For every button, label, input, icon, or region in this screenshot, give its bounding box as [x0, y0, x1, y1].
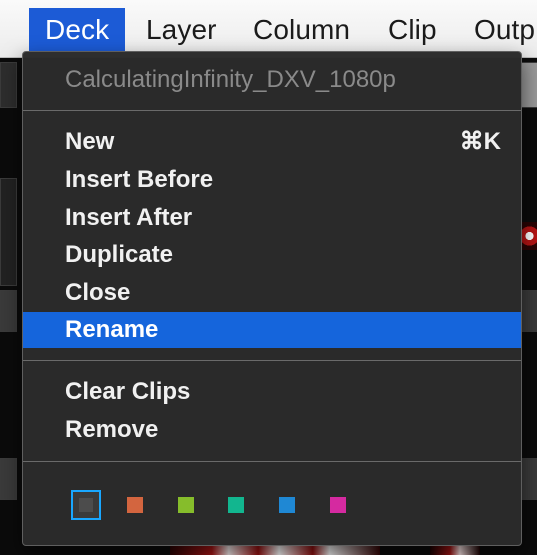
menu-item-duplicate[interactable]: Duplicate [23, 237, 521, 273]
background-panel [520, 290, 537, 332]
menu-item-remove[interactable]: Remove [23, 412, 521, 448]
menu-item-label: Duplicate [65, 241, 174, 268]
menu-item-label: Insert After [65, 204, 193, 231]
menu-item-clear-clips[interactable]: Clear Clips [23, 374, 521, 410]
menubar-item-column[interactable]: Column [253, 10, 350, 53]
background-panel [520, 458, 537, 500]
background-panel [0, 458, 17, 500]
menu-item-label: Remove [65, 416, 159, 443]
color-swatch-blue[interactable] [279, 497, 295, 513]
color-swatch-gray[interactable] [71, 490, 101, 520]
menu-item-close[interactable]: Close [23, 275, 521, 311]
color-swatch-orange[interactable] [127, 497, 143, 513]
menu-item-label: Insert Before [65, 166, 214, 193]
background-panel [0, 290, 17, 332]
menu-separator [23, 461, 521, 462]
menu-item-insert-after[interactable]: Insert After [23, 200, 521, 236]
menubar: Deck Layer Column Clip Outp [0, 0, 537, 58]
deck-title: CalculatingInfinity_DXV_1080p [65, 66, 396, 93]
color-swatch-magenta[interactable] [330, 497, 346, 513]
menu-item-label: New [65, 128, 115, 155]
color-swatch-row [71, 488, 361, 520]
menu-separator [23, 360, 521, 361]
menubar-item-deck[interactable]: Deck [29, 8, 126, 52]
menubar-item-layer[interactable]: Layer [146, 10, 217, 53]
menu-item-new[interactable]: New ⌘K [23, 124, 521, 160]
clip-thumbnail [170, 546, 380, 555]
menu-item-label: Clear Clips [65, 378, 191, 405]
clip-thumbnail [430, 546, 480, 555]
background-panel [0, 62, 17, 108]
color-swatch-green[interactable] [178, 497, 194, 513]
deck-menu: CalculatingInfinity_DXV_1080p New ⌘K Ins… [22, 51, 522, 546]
menu-item-label: Close [65, 279, 131, 306]
color-swatch-teal[interactable] [228, 497, 244, 513]
menu-item-rename[interactable]: Rename [23, 312, 521, 348]
menu-item-label: Rename [65, 316, 159, 343]
menubar-item-clip[interactable]: Clip [388, 10, 437, 53]
background-panel [520, 62, 537, 108]
menu-item-insert-before[interactable]: Insert Before [23, 162, 521, 198]
clip-thumbnail [522, 222, 537, 250]
shortcut-label: ⌘K [459, 128, 501, 155]
menubar-item-output[interactable]: Outp [474, 10, 535, 53]
menu-separator [23, 110, 521, 111]
background-panel [0, 178, 17, 286]
app-background: Deck Layer Column Clip Outp CalculatingI… [0, 0, 537, 555]
